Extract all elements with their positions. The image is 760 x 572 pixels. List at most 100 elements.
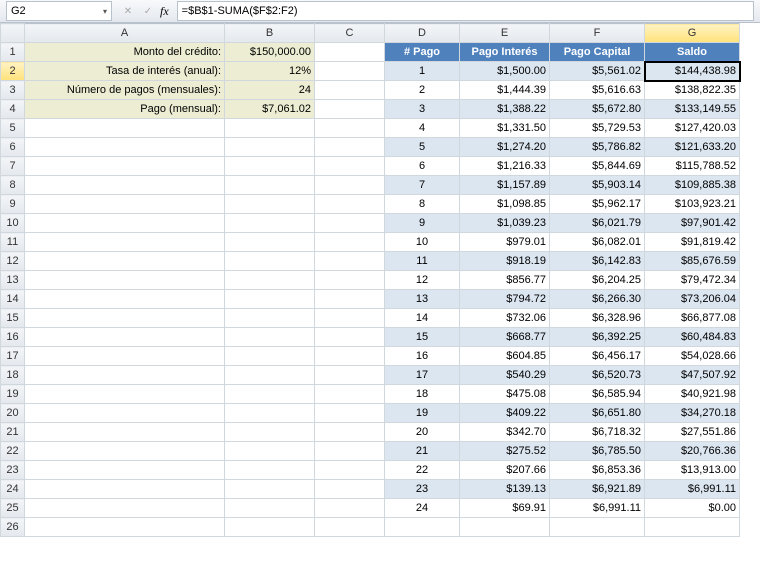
cell-E19[interactable]: $475.08 — [460, 385, 550, 404]
row-head-3[interactable]: 3 — [1, 81, 25, 100]
cell-E21[interactable]: $342.70 — [460, 423, 550, 442]
cell-B16[interactable] — [225, 328, 315, 347]
cell-F8[interactable]: $5,903.14 — [550, 176, 645, 195]
cell-C11[interactable] — [315, 233, 385, 252]
cell-D20[interactable]: 19 — [385, 404, 460, 423]
cell-F17[interactable]: $6,456.17 — [550, 347, 645, 366]
cell-A10[interactable] — [25, 214, 225, 233]
cell-E4[interactable]: $1,388.22 — [460, 100, 550, 119]
cell-D23[interactable]: 22 — [385, 461, 460, 480]
cell-A19[interactable] — [25, 385, 225, 404]
row-head-5[interactable]: 5 — [1, 119, 25, 138]
cell-E18[interactable]: $540.29 — [460, 366, 550, 385]
cell-C21[interactable] — [315, 423, 385, 442]
cell-D4[interactable]: 3 — [385, 100, 460, 119]
cell-C26[interactable] — [315, 518, 385, 537]
cell-D5[interactable]: 4 — [385, 119, 460, 138]
cell-B13[interactable] — [225, 271, 315, 290]
cell-D19[interactable]: 18 — [385, 385, 460, 404]
cell-E12[interactable]: $918.19 — [460, 252, 550, 271]
row-head-26[interactable]: 26 — [1, 518, 25, 537]
cell-B26[interactable] — [225, 518, 315, 537]
row-head-10[interactable]: 10 — [1, 214, 25, 233]
cell-B10[interactable] — [225, 214, 315, 233]
cell-G23[interactable]: $13,913.00 — [645, 461, 740, 480]
row-head-12[interactable]: 12 — [1, 252, 25, 271]
row-head-9[interactable]: 9 — [1, 195, 25, 214]
row-head-11[interactable]: 11 — [1, 233, 25, 252]
cell-D14[interactable]: 13 — [385, 290, 460, 309]
cell-E13[interactable]: $856.77 — [460, 271, 550, 290]
cell-B1[interactable]: $150,000.00 — [225, 43, 315, 62]
cell-B22[interactable] — [225, 442, 315, 461]
cell-A5[interactable] — [25, 119, 225, 138]
cell-D15[interactable]: 14 — [385, 309, 460, 328]
cell-B12[interactable] — [225, 252, 315, 271]
cell-E15[interactable]: $732.06 — [460, 309, 550, 328]
cell-B9[interactable] — [225, 195, 315, 214]
cell-C5[interactable] — [315, 119, 385, 138]
cell-C17[interactable] — [315, 347, 385, 366]
cell-B3[interactable]: 24 — [225, 81, 315, 100]
cell-B19[interactable] — [225, 385, 315, 404]
cell-B11[interactable] — [225, 233, 315, 252]
row-head-16[interactable]: 16 — [1, 328, 25, 347]
cell-D11[interactable]: 10 — [385, 233, 460, 252]
row-head-2[interactable]: 2 — [1, 62, 25, 81]
cell-E9[interactable]: $1,098.85 — [460, 195, 550, 214]
cell-C10[interactable] — [315, 214, 385, 233]
fx-icon[interactable]: fx — [160, 4, 169, 19]
dropdown-icon[interactable]: ▾ — [103, 7, 107, 16]
row-head-23[interactable]: 23 — [1, 461, 25, 480]
cell-C13[interactable] — [315, 271, 385, 290]
cell-G12[interactable]: $85,676.59 — [645, 252, 740, 271]
cell-E6[interactable]: $1,274.20 — [460, 138, 550, 157]
cell-D2[interactable]: 1 — [385, 62, 460, 81]
cell-A8[interactable] — [25, 176, 225, 195]
row-head-8[interactable]: 8 — [1, 176, 25, 195]
select-all-corner[interactable] — [1, 24, 25, 43]
cell-C12[interactable] — [315, 252, 385, 271]
cell-G6[interactable]: $121,633.20 — [645, 138, 740, 157]
cell-G17[interactable]: $54,028.66 — [645, 347, 740, 366]
cell-A14[interactable] — [25, 290, 225, 309]
col-head-F[interactable]: F — [550, 24, 645, 43]
cell-B20[interactable] — [225, 404, 315, 423]
cell-A15[interactable] — [25, 309, 225, 328]
cell-C19[interactable] — [315, 385, 385, 404]
cell-A11[interactable] — [25, 233, 225, 252]
cell-E26[interactable] — [460, 518, 550, 537]
cell-E11[interactable]: $979.01 — [460, 233, 550, 252]
row-head-4[interactable]: 4 — [1, 100, 25, 119]
cell-D8[interactable]: 7 — [385, 176, 460, 195]
cell-G18[interactable]: $47,507.92 — [645, 366, 740, 385]
cell-F21[interactable]: $6,718.32 — [550, 423, 645, 442]
cell-E8[interactable]: $1,157.89 — [460, 176, 550, 195]
cell-E3[interactable]: $1,444.39 — [460, 81, 550, 100]
cell-A3[interactable]: Número de pagos (mensuales): — [25, 81, 225, 100]
cell-G5[interactable]: $127,420.03 — [645, 119, 740, 138]
cell-F5[interactable]: $5,729.53 — [550, 119, 645, 138]
cell-A2[interactable]: Tasa de interés (anual): — [25, 62, 225, 81]
cell-B21[interactable] — [225, 423, 315, 442]
row-head-18[interactable]: 18 — [1, 366, 25, 385]
row-head-17[interactable]: 17 — [1, 347, 25, 366]
cell-F15[interactable]: $6,328.96 — [550, 309, 645, 328]
cell-G10[interactable]: $97,901.42 — [645, 214, 740, 233]
cell-D16[interactable]: 15 — [385, 328, 460, 347]
cancel-icon[interactable]: ✕ — [120, 3, 136, 19]
cell-B25[interactable] — [225, 499, 315, 518]
cell-A7[interactable] — [25, 157, 225, 176]
cell-C2[interactable] — [315, 62, 385, 81]
cell-B5[interactable] — [225, 119, 315, 138]
cell-A16[interactable] — [25, 328, 225, 347]
cell-D10[interactable]: 9 — [385, 214, 460, 233]
cell-C20[interactable] — [315, 404, 385, 423]
cell-G26[interactable] — [645, 518, 740, 537]
cell-F7[interactable]: $5,844.69 — [550, 157, 645, 176]
cell-B7[interactable] — [225, 157, 315, 176]
cell-C6[interactable] — [315, 138, 385, 157]
cell-A18[interactable] — [25, 366, 225, 385]
cell-C25[interactable] — [315, 499, 385, 518]
cell-C18[interactable] — [315, 366, 385, 385]
